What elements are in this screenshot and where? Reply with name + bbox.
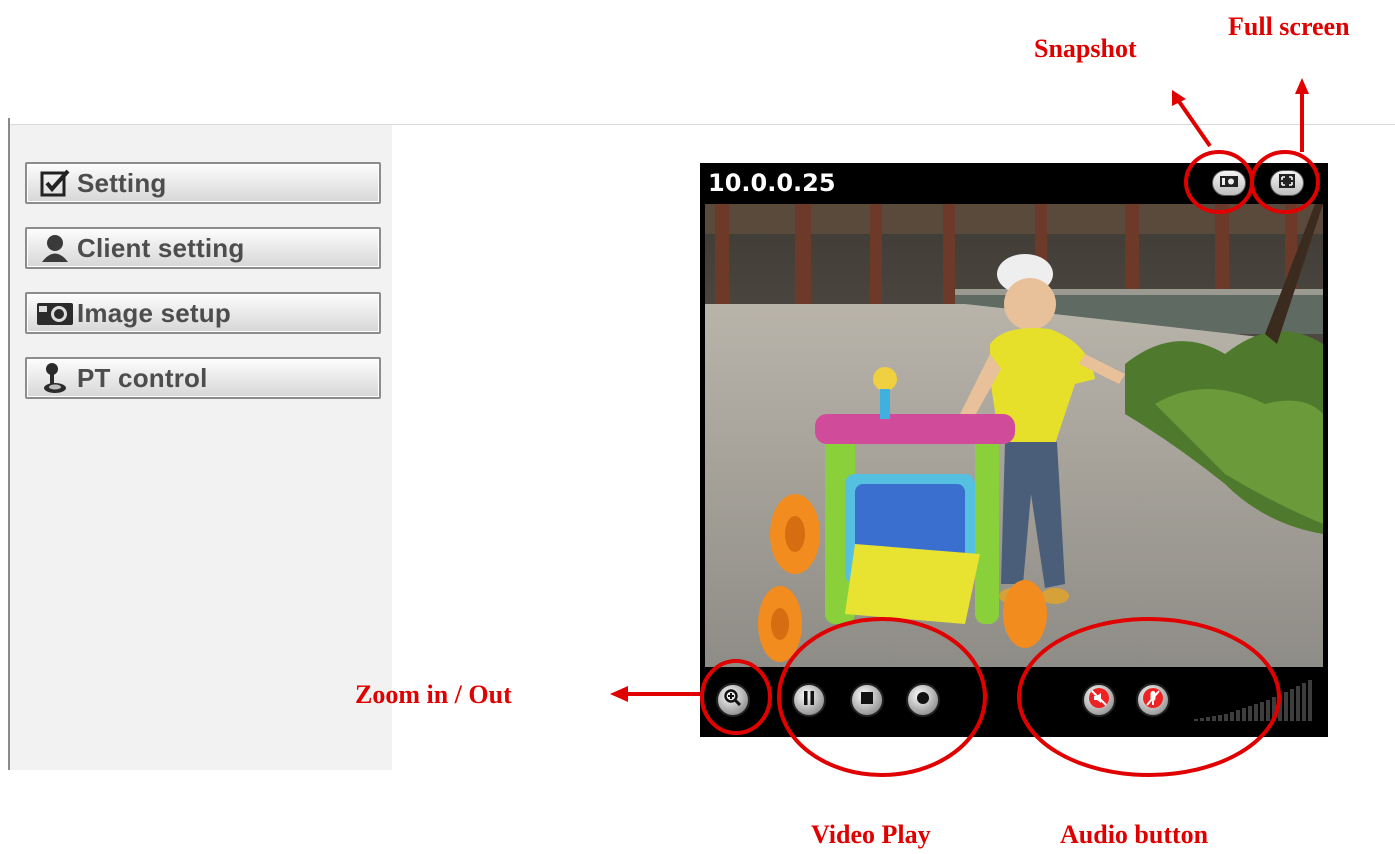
fullscreen-arrowhead (1295, 78, 1309, 94)
zoom-highlight (700, 659, 772, 735)
snapshot-annotation: Snapshot (1034, 34, 1137, 63)
video-play-highlight (777, 617, 987, 777)
snapshot-highlight (1184, 150, 1254, 214)
fullscreen-highlight (1250, 150, 1320, 214)
zoom-annotation: Zoom in / Out (355, 680, 512, 709)
snapshot-arrow (1176, 98, 1212, 148)
audio-button-annotation: Audio button (1060, 820, 1209, 849)
zoom-arrowhead (610, 686, 628, 702)
annotation-overlay (610, 78, 1320, 777)
fullscreen-annotation: Full screen (1228, 12, 1350, 41)
audio-highlight (1017, 617, 1281, 777)
video-play-annotation: Video Play (811, 820, 931, 849)
